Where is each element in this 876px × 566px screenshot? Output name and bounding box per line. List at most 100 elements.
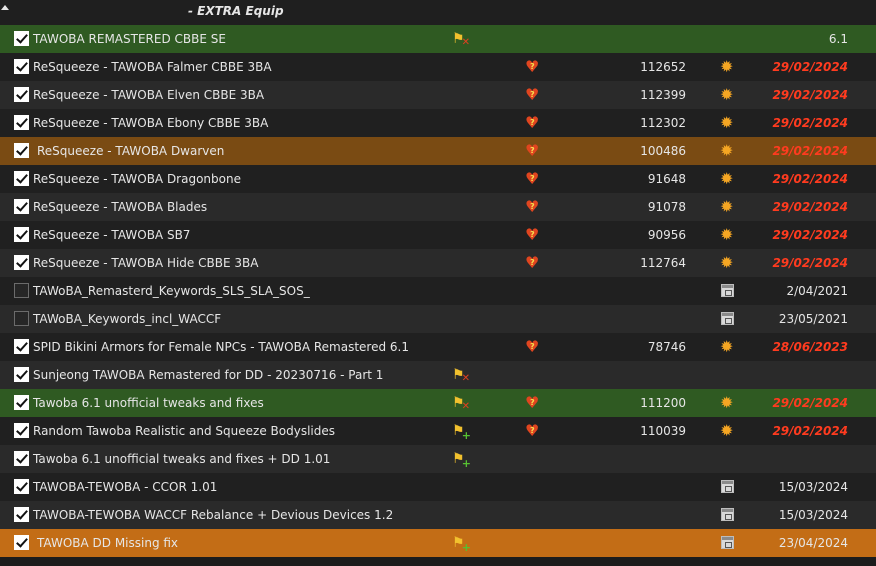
- flag-plus-icon: ⚑ +: [452, 451, 471, 470]
- calendar-icon: [720, 535, 736, 551]
- mod-enabled-checkbox[interactable]: [14, 283, 29, 298]
- mod-name: ReSqueeze - TAWOBA Ebony CBBE 3BA: [33, 116, 269, 130]
- mod-row[interactable]: ReSqueeze - TAWOBA Ebony CBBE 3BA ♥? 11230…: [0, 109, 876, 137]
- mod-date: 2/04/2021: [786, 284, 848, 298]
- mod-row[interactable]: SPID Bikini Armors for Female NPCs - TAW…: [0, 333, 876, 361]
- mod-name: TAWOBA DD Missing fix: [37, 536, 179, 550]
- mod-date: 29/02/2024: [772, 228, 848, 242]
- update-burst-icon: ✹: [720, 141, 734, 160]
- endorsement-heart-icon: ♥?: [525, 421, 540, 440]
- mod-enabled-checkbox[interactable]: [14, 535, 29, 550]
- mod-id: 91078: [647, 200, 686, 214]
- mod-date: 29/02/2024: [772, 396, 848, 410]
- mod-name: TAWoBA_Keywords_incl_WACCF: [33, 312, 222, 326]
- mod-row[interactable]: ReSqueeze - TAWOBA Dwarven ♥? 100486 ✹ 29/02…: [0, 137, 876, 165]
- mod-row[interactable]: ReSqueeze - TAWOBA SB7 ♥? 90956 ✹ 29/02/2024: [0, 221, 876, 249]
- mod-id: 100486: [640, 144, 686, 158]
- mod-date: 28/06/2023: [772, 340, 848, 354]
- mod-date: 15/03/2024: [778, 480, 848, 494]
- mod-name: Sunjeong TAWOBA Remastered for DD - 2023…: [33, 368, 384, 382]
- mod-list: TAWOBA REMASTERED CBBE SE ⚑ ✕ 6.1 ReSqueeze …: [0, 25, 876, 557]
- flag-plus-icon: ⚑ +: [452, 535, 471, 554]
- mod-date: 29/02/2024: [772, 88, 848, 102]
- mod-id: 110039: [640, 424, 686, 438]
- flag-cross-icon: ⚑ ✕: [452, 367, 470, 384]
- mod-enabled-checkbox[interactable]: [14, 451, 29, 466]
- mod-date: 23/04/2024: [778, 536, 848, 550]
- mod-enabled-checkbox[interactable]: [14, 311, 29, 326]
- mod-enabled-checkbox[interactable]: [14, 199, 29, 214]
- mod-row[interactable]: ReSqueeze - TAWOBA Blades ♥? 91078 ✹ 29/02/2…: [0, 193, 876, 221]
- mod-name: ReSqueeze - TAWOBA Falmer CBBE 3BA: [33, 60, 272, 74]
- mod-row[interactable]: TAWOBA-TEWOBA WACCF Rebalance + Devious …: [0, 501, 876, 529]
- mod-enabled-checkbox[interactable]: [14, 255, 29, 270]
- mod-id: 90956: [647, 228, 686, 242]
- mod-date: 29/02/2024: [772, 424, 848, 438]
- separator-header[interactable]: - EXTRA Equip: [0, 0, 876, 25]
- mod-date: 29/02/2024: [772, 144, 848, 158]
- mod-name: SPID Bikini Armors for Female NPCs - TAW…: [33, 340, 409, 354]
- mod-enabled-checkbox[interactable]: [14, 171, 29, 186]
- endorsement-heart-icon: ♥?: [525, 253, 540, 272]
- mod-id: 112652: [640, 60, 686, 74]
- collapse-triangle-icon[interactable]: [1, 5, 9, 10]
- update-burst-icon: ✹: [720, 197, 734, 216]
- mod-row[interactable]: ReSqueeze - TAWOBA Dragonbone ♥? 91648 ✹ 29/…: [0, 165, 876, 193]
- mod-enabled-checkbox[interactable]: [14, 59, 29, 74]
- mod-row[interactable]: Tawoba 6.1 unofficial tweaks and fixes +…: [0, 445, 876, 473]
- update-burst-icon: ✹: [720, 57, 734, 76]
- mod-id: 78746: [647, 340, 686, 354]
- mod-row[interactable]: Random Tawoba Realistic and Squeeze Body…: [0, 417, 876, 445]
- endorsement-heart-icon: ♥?: [525, 169, 540, 188]
- separator-title: - EXTRA Equip: [188, 4, 284, 18]
- mod-row[interactable]: ReSqueeze - TAWOBA Hide CBBE 3BA ♥? 112764…: [0, 249, 876, 277]
- mod-name: TAWOBA-TEWOBA WACCF Rebalance + Devious …: [33, 508, 394, 522]
- mod-name: TAWOBA-TEWOBA - CCOR 1.01: [33, 480, 218, 494]
- mod-enabled-checkbox[interactable]: [14, 395, 29, 410]
- endorsement-heart-icon: ♥?: [525, 337, 540, 356]
- mod-enabled-checkbox[interactable]: [14, 507, 29, 522]
- endorsement-heart-icon: ♥?: [525, 197, 540, 216]
- endorsement-heart-icon: ♥?: [525, 225, 540, 244]
- mod-enabled-checkbox[interactable]: [14, 423, 29, 438]
- mod-id: 111200: [640, 396, 686, 410]
- mod-row[interactable]: TAWOBA-TEWOBA - CCOR 1.01 15/03/2024: [0, 473, 876, 501]
- calendar-icon: [720, 479, 736, 495]
- mod-enabled-checkbox[interactable]: [14, 227, 29, 242]
- mod-name: TAWoBA_Remasterd_Keywords_SLS_SLA_SOS_: [33, 284, 310, 298]
- mod-id: 112302: [640, 116, 686, 130]
- mod-id: 112764: [640, 256, 686, 270]
- flag-cross-icon: ⚑ ✕: [452, 395, 470, 412]
- update-burst-icon: ✹: [720, 337, 734, 356]
- mod-row[interactable]: Sunjeong TAWOBA Remastered for DD - 2023…: [0, 361, 876, 389]
- mod-id: 112399: [640, 88, 686, 102]
- mod-row[interactable]: ReSqueeze - TAWOBA Falmer CBBE 3BA ♥? 1126…: [0, 53, 876, 81]
- endorsement-heart-icon: ♥?: [525, 141, 540, 160]
- calendar-icon: [720, 283, 736, 299]
- mod-date: 29/02/2024: [772, 200, 848, 214]
- update-burst-icon: ✹: [720, 393, 734, 412]
- update-burst-icon: ✹: [720, 113, 734, 132]
- mod-row[interactable]: Tawoba 6.1 unofficial tweaks and fixes ⚑ ✕…: [0, 389, 876, 417]
- mod-enabled-checkbox[interactable]: [14, 87, 29, 102]
- update-burst-icon: ✹: [720, 169, 734, 188]
- mod-enabled-checkbox[interactable]: [14, 31, 29, 46]
- update-burst-icon: ✹: [720, 225, 734, 244]
- update-burst-icon: ✹: [720, 421, 734, 440]
- mod-enabled-checkbox[interactable]: [14, 143, 29, 158]
- mod-enabled-checkbox[interactable]: [14, 115, 29, 130]
- mod-row[interactable]: TAWoBA_Remasterd_Keywords_SLS_SLA_SOS_ 2/…: [0, 277, 876, 305]
- mod-row[interactable]: TAWOBA REMASTERED CBBE SE ⚑ ✕ 6.1: [0, 25, 876, 53]
- mod-row[interactable]: TAWOBA DD Missing fix ⚑ + 23/04/2024: [0, 529, 876, 557]
- mod-id: 91648: [647, 172, 686, 186]
- mod-row[interactable]: ReSqueeze - TAWOBA Elven CBBE 3BA ♥? 11239…: [0, 81, 876, 109]
- mod-name: ReSqueeze - TAWOBA Hide CBBE 3BA: [33, 256, 259, 270]
- mod-enabled-checkbox[interactable]: [14, 339, 29, 354]
- mod-enabled-checkbox[interactable]: [14, 479, 29, 494]
- update-burst-icon: ✹: [720, 253, 734, 272]
- mod-date: 23/05/2021: [778, 312, 848, 326]
- mod-name: ReSqueeze - TAWOBA Elven CBBE 3BA: [33, 88, 265, 102]
- mod-enabled-checkbox[interactable]: [14, 367, 29, 382]
- mod-name: Tawoba 6.1 unofficial tweaks and fixes +…: [33, 452, 331, 466]
- mod-row[interactable]: TAWoBA_Keywords_incl_WACCF 23/05/2021: [0, 305, 876, 333]
